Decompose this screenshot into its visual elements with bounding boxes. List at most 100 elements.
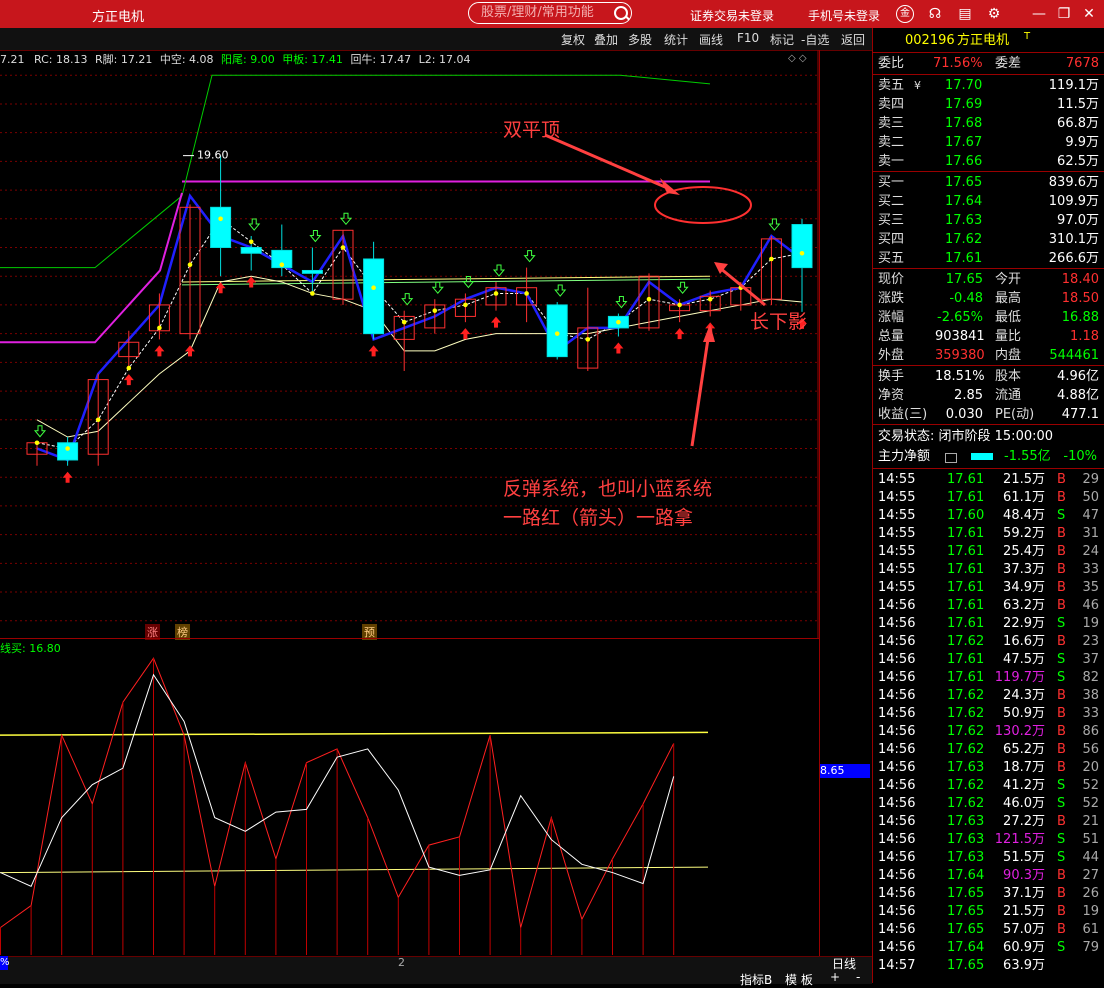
legend-rfoot: R脚: 17.21 xyxy=(94,53,153,66)
toolbar-zixuan[interactable]: -自选 xyxy=(801,31,829,48)
indicator-legend: 7.21 RC: 18.13 R脚: 17.21 中空: 4.08 阳尾: 9.… xyxy=(0,51,470,67)
signal-dot xyxy=(279,262,285,268)
buy-arrow xyxy=(185,345,195,357)
document-icon[interactable]: ▤ xyxy=(956,5,974,23)
weibi-row: 委比 71.56% 委差 7678 xyxy=(878,56,1099,71)
legend-prefix: 7.21 xyxy=(0,53,25,66)
annotation-long-shadow: 长下影 xyxy=(750,311,808,333)
toolbar-diejia[interactable]: 叠加 xyxy=(594,31,618,48)
trade-status: 交易状态: 闭市阶段 15:00:00 xyxy=(878,429,1054,444)
tick-row: 14:56 17.63 121.5万 S 51 xyxy=(878,832,1099,847)
stock-flag: T xyxy=(1024,31,1031,42)
signal-dot xyxy=(493,291,499,296)
ask-row: 卖一 17.66 62.5万 xyxy=(878,154,1099,169)
bid-row: 买四 17.62 310.1万 xyxy=(878,232,1099,247)
ask-row: 卖五 17.70 119.1万 ¥ xyxy=(878,78,1099,93)
zoom-out-button[interactable]: - xyxy=(856,970,860,984)
legend-mid: 中空: 4.08 xyxy=(159,53,214,66)
bottom-page: 2 xyxy=(398,956,405,969)
bottom-percent[interactable]: % xyxy=(0,956,10,970)
signal-dot xyxy=(401,319,407,325)
buy-arrow xyxy=(613,342,624,354)
tick-row: 14:56 17.65 37.1万 B 26 xyxy=(878,886,1099,901)
toolbar-f10[interactable]: F10 xyxy=(737,31,759,45)
toolbar-biaoji[interactable]: 标记 xyxy=(770,31,794,48)
phone-login-link[interactable]: 手机号未登录 xyxy=(808,7,880,24)
toolbar-fuquan[interactable]: 复权 xyxy=(561,31,585,48)
signal-dot xyxy=(65,446,70,451)
toolbar-fanhui[interactable]: 返回 xyxy=(841,31,865,48)
tick-row: 14:56 17.61 119.7万 S 82 xyxy=(878,670,1099,685)
headset-icon[interactable]: ☊ xyxy=(926,5,944,23)
signal-dot xyxy=(463,302,468,308)
legend-l2: L2: 17.04 xyxy=(418,53,471,66)
search-icon[interactable] xyxy=(614,6,628,20)
toolbar-huaxian[interactable]: 画线 xyxy=(699,31,723,48)
tick-row: 14:56 17.62 41.2万 S 52 xyxy=(878,778,1099,793)
signal-dot xyxy=(585,337,591,342)
candle-body xyxy=(57,442,79,461)
tick-row: 14:56 17.62 65.2万 B 56 xyxy=(878,742,1099,757)
tick-row: 14:55 17.61 34.9万 B 35 xyxy=(878,580,1099,595)
minimize-icon[interactable]: — xyxy=(1030,5,1048,23)
candle-body xyxy=(546,304,568,358)
quote2-row: 收益(三) 0.030 PE(动) 477.1 xyxy=(878,407,1099,422)
toolbar-tongji[interactable]: 统计 xyxy=(664,31,688,48)
tick-row: 14:56 17.61 22.9万 S 19 xyxy=(878,616,1099,631)
diamond-icon[interactable]: ◇ ◇ xyxy=(788,53,807,64)
buy-arrow xyxy=(674,328,685,340)
buy-arrow xyxy=(123,374,134,386)
sell-arrow xyxy=(554,284,567,297)
tick-row: 14:56 17.62 24.3万 B 38 xyxy=(878,688,1099,703)
signal-dot xyxy=(432,308,438,313)
ask-row: 卖三 17.68 66.8万 xyxy=(878,116,1099,131)
main-flow-bar xyxy=(971,453,993,460)
main-flow-icon[interactable] xyxy=(945,453,957,463)
tab-indicator[interactable]: 指标B xyxy=(740,971,772,988)
buy-arrow xyxy=(491,316,501,328)
candle-body xyxy=(210,206,232,249)
sell-arrow xyxy=(768,218,781,231)
signal-dot xyxy=(769,256,774,262)
signal-dot xyxy=(524,291,529,296)
candle-body xyxy=(791,224,813,269)
signal-dot xyxy=(218,216,223,222)
signal-dot xyxy=(707,296,713,302)
sell-arrow xyxy=(615,296,628,309)
high-label: 19.60 xyxy=(197,148,229,161)
bid-row: 买二 17.64 109.9万 xyxy=(878,194,1099,209)
tick-row: 14:55 17.61 61.1万 B 50 xyxy=(878,490,1099,505)
close-icon[interactable]: ✕ xyxy=(1080,5,1098,23)
trade-login-link[interactable]: 证券交易未登录 xyxy=(690,7,774,24)
quote-row: 涨幅 -2.65% 最低 16.88 xyxy=(878,310,1099,325)
tab-template[interactable]: 模 板 xyxy=(785,971,813,988)
signal-dot xyxy=(34,440,40,446)
signal-dot xyxy=(157,325,162,331)
candle-body xyxy=(301,269,323,274)
tick-row: 14:56 17.61 63.2万 B 46 xyxy=(878,598,1099,613)
gear-icon[interactable]: ⚙ xyxy=(985,5,1003,23)
ma-lightgreen xyxy=(181,278,711,286)
ma-yellow xyxy=(181,275,711,283)
buy-arrow xyxy=(154,345,165,357)
restore-icon[interactable]: ❐ xyxy=(1055,5,1073,23)
sell-arrow xyxy=(492,264,506,277)
quote-row: 总量 903841 量比 1.18 xyxy=(878,329,1099,344)
tick-row: 14:55 17.61 59.2万 B 31 xyxy=(878,526,1099,541)
indicator-chart[interactable]: 12.0011.0010.008.007.006.005.004.003.00 xyxy=(0,638,820,956)
toolbar-duogu[interactable]: 多股 xyxy=(628,31,652,48)
tick-row: 14:55 17.61 25.4万 B 24 xyxy=(878,544,1099,559)
zoom-in-button[interactable]: + xyxy=(830,970,840,984)
search-input[interactable]: 股票/理财/常用功能 xyxy=(468,2,632,24)
candle-body xyxy=(363,258,385,335)
sell-arrow xyxy=(401,293,414,306)
kline-chart[interactable]: 21.0020.5020.0019.5019.0018.5018.0017.50… xyxy=(0,50,820,638)
tick-row: 14:55 17.61 21.5万 B 29 xyxy=(878,472,1099,487)
annotation-system-line2: 一路红（箭头）一路拿 xyxy=(503,507,694,529)
tick-row: 14:56 17.63 18.7万 B 20 xyxy=(878,760,1099,775)
ma-blue xyxy=(36,193,803,462)
logo-icon[interactable]: 金 xyxy=(896,5,914,23)
signal-dot xyxy=(95,417,101,423)
quote-row: 现价 17.65 今开 18.40 xyxy=(878,272,1099,287)
stock-header: 002196 方正电机 T xyxy=(873,31,1104,50)
